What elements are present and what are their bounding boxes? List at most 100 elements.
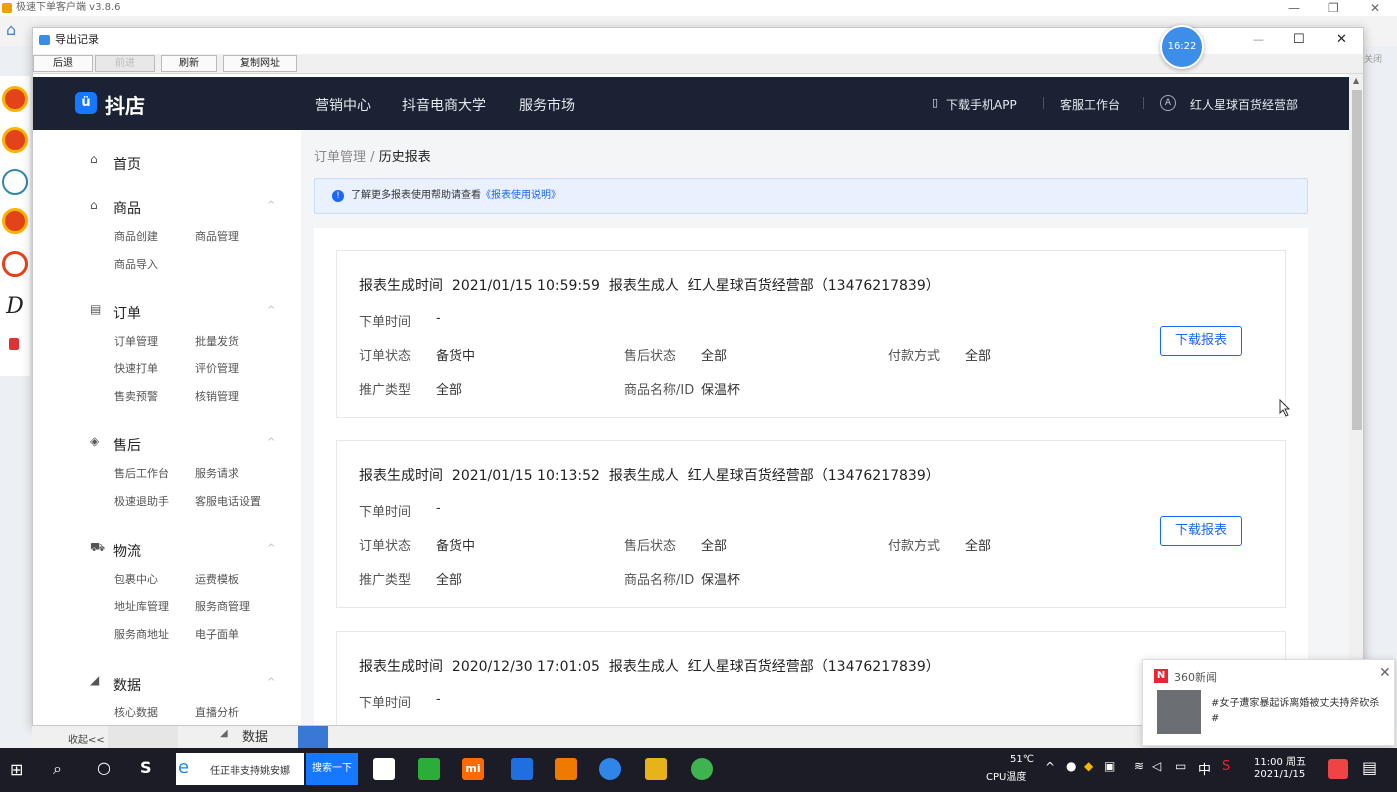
window-minimize-button[interactable]: —	[1253, 28, 1264, 52]
collapse-arrow-icon[interactable]: ^	[267, 677, 275, 688]
tray-app-icon[interactable]: ▣	[1104, 759, 1115, 773]
app-icon[interactable]	[2, 127, 28, 153]
battery-icon[interactable]: ▭	[1175, 759, 1186, 773]
folder-icon[interactable]	[645, 758, 667, 780]
app-icon[interactable]	[2, 86, 28, 112]
home-icon[interactable]: ⌂	[6, 20, 26, 39]
nav-service-market[interactable]: 服务市场	[519, 95, 575, 115]
search-icon[interactable]: ⌕	[53, 759, 62, 779]
news-notification[interactable]: N 360新闻 ✕ #女子遭家暴起诉离婚被丈夫持斧砍杀#	[1142, 659, 1395, 746]
sidebar-item[interactable]: 商品管理	[195, 228, 239, 244]
service-desk-link[interactable]: 客服工作台	[1060, 96, 1120, 113]
user-avatar-icon[interactable]: A	[1160, 95, 1176, 111]
window-close-button[interactable]: ✕	[1336, 28, 1347, 52]
bell-icon[interactable]: ●	[1066, 759, 1076, 773]
nav-marketing[interactable]: 营销中心	[315, 95, 371, 115]
sidebar-item[interactable]: 包裹中心	[114, 571, 158, 587]
windows-start-icon[interactable]: ⊞	[10, 760, 23, 779]
refresh-button[interactable]: 刷新	[161, 55, 217, 72]
app-icon[interactable]	[9, 338, 19, 350]
action-center-icon[interactable]: ▤	[1362, 758, 1377, 777]
scroll-up-icon[interactable]: ▲	[1353, 76, 1359, 85]
collapse-arrow-icon[interactable]: ^	[267, 305, 275, 316]
app-icon[interactable]	[2, 208, 28, 234]
logo-text[interactable]: 抖店	[105, 90, 145, 119]
sidebar-item[interactable]: 订单管理	[114, 333, 158, 349]
sidebar-section-logistics[interactable]: 物流	[113, 541, 141, 561]
sidebar-item[interactable]: 商品导入	[114, 256, 158, 272]
chevron-up-icon[interactable]: ^	[1045, 760, 1055, 774]
sidebar-item[interactable]: 批量发货	[195, 333, 239, 349]
outer-minimize-button[interactable]: —	[1288, 0, 1300, 16]
sidebar-item[interactable]: 快速打单	[114, 360, 158, 376]
browser-search-text[interactable]: 任正非支持姚安娜	[210, 762, 290, 777]
collapse-link[interactable]: 收起<<	[68, 731, 105, 746]
back-button[interactable]: 后退	[33, 55, 93, 72]
sidebar-item[interactable]: 核销管理	[195, 388, 239, 404]
download-app-link[interactable]: 下载手机APP	[946, 96, 1017, 113]
sidebar-item[interactable]: 电子面单	[195, 626, 239, 642]
app-icon[interactable]	[691, 758, 713, 780]
app-icon[interactable]: D	[2, 294, 28, 320]
outer-restore-button[interactable]: ❐	[1328, 0, 1339, 16]
app-icon[interactable]	[599, 758, 621, 780]
sidebar-item[interactable]: 评价管理	[195, 360, 239, 376]
store-icon[interactable]	[373, 758, 395, 780]
sidebar-item[interactable]: 商品创建	[114, 228, 158, 244]
wechat-icon[interactable]	[418, 758, 440, 780]
sidebar-item[interactable]: 地址库管理	[114, 598, 169, 614]
news-close-icon[interactable]: ✕	[1379, 665, 1391, 681]
shop-icon[interactable]	[555, 758, 577, 780]
download-report-button[interactable]: 下载报表	[1160, 326, 1242, 356]
download-report-button[interactable]: 下载报表	[1160, 516, 1242, 546]
search-button[interactable]: 搜索一下	[306, 753, 358, 785]
sidebar-item[interactable]: 核心数据	[114, 704, 158, 720]
xiaomi-icon[interactable]: mi	[462, 758, 484, 780]
sidebar-item[interactable]: 极速退助手	[114, 493, 169, 509]
sidebar-item[interactable]: 售后工作台	[114, 465, 169, 481]
tray-app-icon[interactable]: ◆	[1084, 759, 1093, 773]
copy-url-button[interactable]: 复制网址	[223, 55, 297, 72]
sidebar-section-aftersale[interactable]: 售后	[113, 435, 141, 455]
sidebar-section-orders[interactable]: 订单	[113, 303, 141, 323]
window-scrollbar[interactable]: ▲	[1349, 74, 1363, 725]
forward-button[interactable]: 前进	[95, 55, 155, 72]
volume-icon[interactable]: ◁	[1152, 759, 1161, 773]
sidebar-item[interactable]: 服务请求	[195, 465, 239, 481]
outer-close-hint[interactable]: 关闭	[1364, 52, 1382, 65]
outer-close-button[interactable]: ✕	[1370, 0, 1380, 16]
ime-indicator[interactable]: 中	[1198, 759, 1211, 778]
collapse-arrow-icon[interactable]: ^	[267, 543, 275, 554]
sidebar-item[interactable]: 售卖预警	[114, 388, 158, 404]
sidebar-item[interactable]: 直播分析	[195, 704, 239, 720]
clock-time[interactable]: 11:00 周五	[1254, 753, 1306, 768]
sidebar-section-data[interactable]: 数据	[113, 675, 141, 695]
app-icon[interactable]	[511, 758, 533, 780]
cortana-icon[interactable]: ○	[97, 758, 111, 777]
breadcrumb-parent[interactable]: 订单管理	[314, 150, 366, 165]
app-icon[interactable]: S	[140, 758, 152, 777]
sidebar-section-goods[interactable]: 商品	[113, 198, 141, 218]
sidebar-item[interactable]: 服务商管理	[195, 598, 250, 614]
window-maximize-button[interactable]: ☐	[1293, 28, 1305, 52]
report-guide-link[interactable]: 《报表使用说明》	[481, 190, 561, 201]
sidebar-item[interactable]: 客服电话设置	[195, 493, 261, 509]
tray-app-icon[interactable]: S	[1222, 759, 1230, 774]
news-headline[interactable]: #女子遭家暴起诉离婚被丈夫持斧砍杀#	[1211, 696, 1387, 726]
sidebar-item[interactable]: 服务商地址	[114, 626, 169, 642]
scrollbar-thumb[interactable]	[1352, 90, 1362, 430]
shop-name[interactable]: 红人星球百货经营部	[1190, 96, 1298, 113]
notification-app-icon[interactable]	[1328, 759, 1348, 779]
sidebar-item[interactable]: 运费模板	[195, 571, 239, 587]
data-tab-label[interactable]: 数据	[242, 726, 268, 745]
news-thumbnail[interactable]	[1157, 690, 1201, 734]
nav-university[interactable]: 抖音电商大学	[402, 95, 486, 115]
sidebar-home[interactable]: 首页	[113, 154, 141, 174]
collapse-arrow-icon[interactable]: ^	[267, 437, 275, 448]
network-icon[interactable]: ≋	[1134, 759, 1144, 773]
doudian-logo-icon[interactable]: ü	[75, 92, 97, 114]
browser-search-box[interactable]: e 任正非支持姚安娜	[176, 753, 304, 785]
app-icon[interactable]	[2, 169, 28, 195]
clock-date[interactable]: 2021/1/15	[1254, 769, 1305, 780]
collapse-arrow-icon[interactable]: ^	[267, 200, 275, 211]
